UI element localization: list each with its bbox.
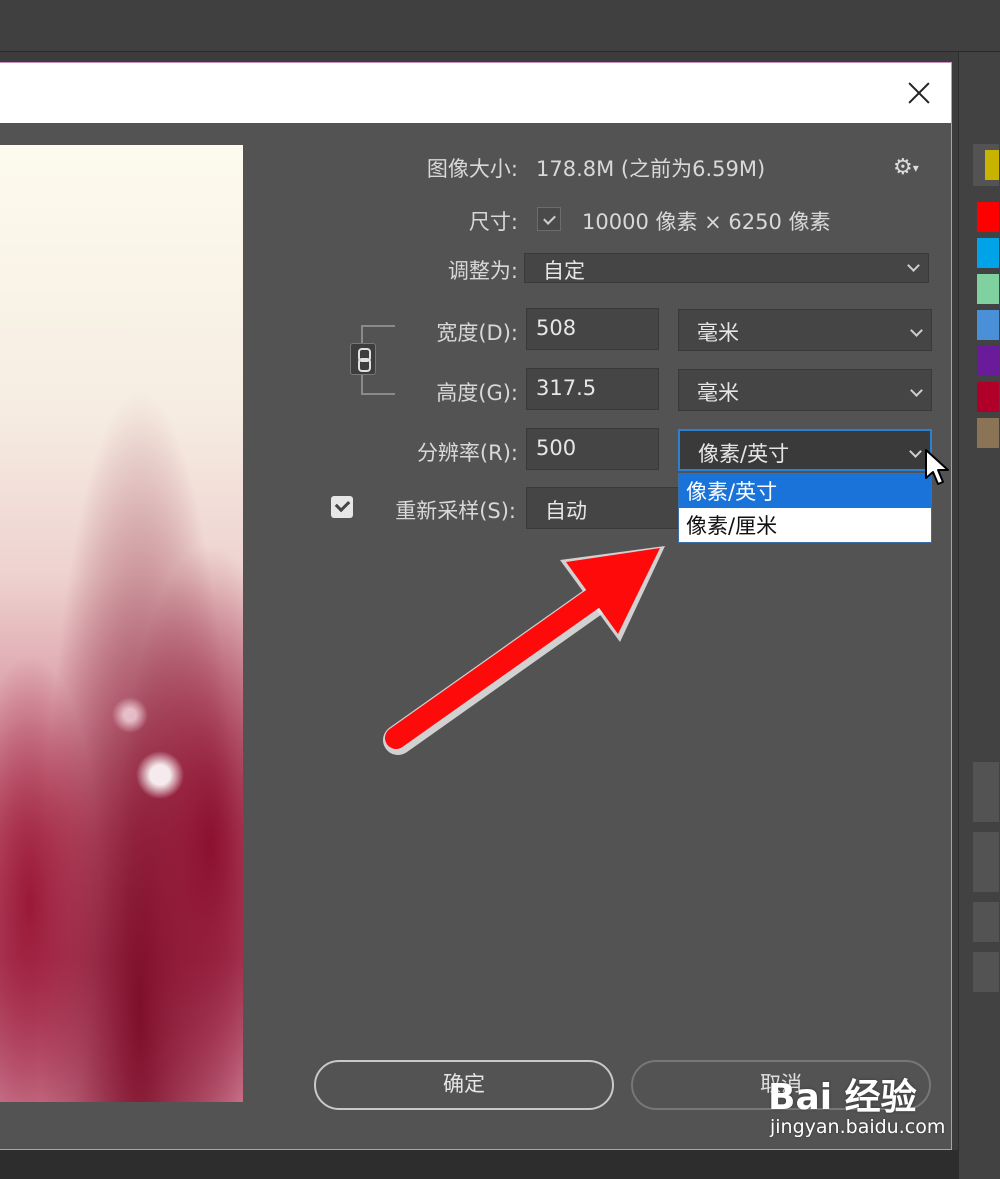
chevron-down-icon <box>909 445 922 458</box>
width-unit-value: 毫米 <box>697 321 739 345</box>
watermark-logo: Bai 经验 <box>768 1077 917 1118</box>
color-swatch[interactable] <box>977 418 999 448</box>
height-label: 高度(G): <box>436 381 518 405</box>
height-unit-select[interactable]: 毫米 <box>678 369 932 411</box>
swatch-chip[interactable] <box>985 150 999 180</box>
dimensions-label: 尺寸: <box>468 210 518 234</box>
dropdown-option-pixels-per-inch[interactable]: 像素/英寸 <box>679 474 931 508</box>
resolution-unit-value: 像素/英寸 <box>698 442 790 466</box>
width-unit-select[interactable]: 毫米 <box>678 309 932 351</box>
resample-checkbox[interactable] <box>331 496 353 518</box>
dropdown-option-pixels-per-cm[interactable]: 像素/厘米 <box>679 508 931 542</box>
color-swatch[interactable] <box>977 310 999 340</box>
gear-icon[interactable]: ⚙▾ <box>893 155 927 181</box>
height-unit-value: 毫米 <box>697 381 739 405</box>
image-preview[interactable] <box>0 145 243 1102</box>
resample-label: 重新采样(S): <box>395 499 516 523</box>
panel-strip <box>973 762 999 822</box>
baidu-watermark: Bai 经验 jingyan.baidu.com <box>760 1068 960 1148</box>
color-swatch[interactable] <box>977 274 999 304</box>
chevron-down-icon <box>910 324 923 337</box>
width-input[interactable]: 508 <box>526 308 659 350</box>
fit-to-select[interactable]: 自定 <box>524 253 929 283</box>
resolution-unit-select[interactable]: 像素/英寸 <box>678 429 932 471</box>
fit-to-label: 调整为: <box>447 259 518 283</box>
chevron-down-icon <box>907 259 920 272</box>
width-label: 宽度(D): <box>436 321 518 345</box>
color-swatch[interactable] <box>977 346 999 376</box>
mouse-cursor-icon <box>925 449 949 485</box>
resample-select[interactable]: 自动 <box>526 487 686 529</box>
close-icon[interactable] <box>901 75 937 111</box>
resample-value: 自动 <box>545 499 587 523</box>
color-swatch[interactable] <box>977 238 999 268</box>
image-size-value: 178.8M (之前为6.59M) <box>536 157 766 181</box>
dimensions-value: 10000 像素 × 6250 像素 <box>582 210 831 234</box>
panel-strip <box>973 952 999 992</box>
image-size-label: 图像大小: <box>426 157 518 181</box>
link-icon[interactable] <box>350 343 376 375</box>
dialog-titlebar <box>0 63 951 123</box>
panel-strip <box>973 832 999 892</box>
panel-strip <box>973 902 999 942</box>
ok-button[interactable]: 确定 <box>314 1060 614 1110</box>
right-panel <box>958 52 1000 1179</box>
resolution-input[interactable]: 500 <box>526 428 659 470</box>
resolution-unit-dropdown: 像素/英寸 像素/厘米 <box>678 473 932 543</box>
chevron-down-icon <box>910 384 923 397</box>
status-bar <box>0 1150 958 1179</box>
height-input[interactable]: 317.5 <box>526 368 659 410</box>
color-swatch[interactable] <box>977 202 999 232</box>
app-menubar <box>0 0 1000 52</box>
resolution-label: 分辨率(R): <box>416 441 518 465</box>
fit-to-value: 自定 <box>543 259 585 283</box>
dimensions-unit-toggle[interactable] <box>537 207 561 231</box>
color-swatch[interactable] <box>977 382 999 412</box>
watermark-url: jingyan.baidu.com <box>770 1116 946 1138</box>
annotation-arrow <box>383 546 665 755</box>
